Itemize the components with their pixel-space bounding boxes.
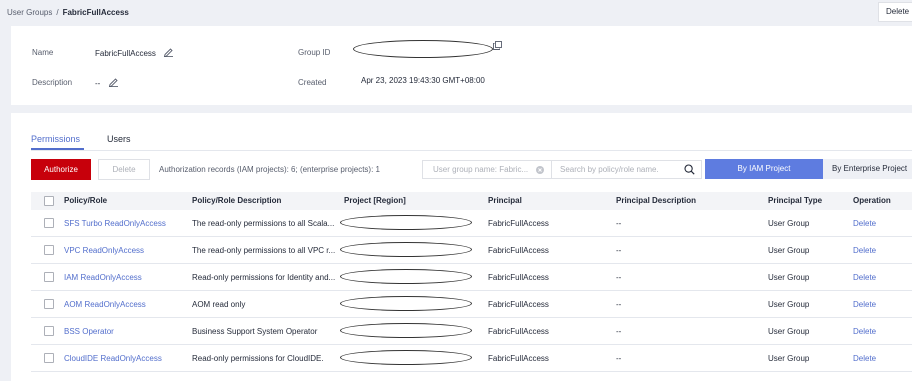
group-id-redacted — [353, 40, 493, 58]
copy-icon[interactable] — [493, 41, 502, 50]
delete-group-button[interactable]: Delete — [878, 2, 912, 22]
column-header-project[interactable]: Project [Region] — [344, 196, 406, 205]
select-all-checkbox[interactable] — [44, 196, 54, 206]
table-row: IAM ReadOnlyAccess Read-only permissions… — [31, 264, 912, 291]
table-header: Policy/Role Policy/Role Description Proj… — [31, 192, 912, 210]
principal: FabricFullAccess — [488, 219, 549, 228]
column-header-principal-description: Principal Description — [616, 196, 697, 205]
breadcrumb-current: FabricFullAccess — [62, 8, 129, 17]
breadcrumb-bar: User Groups / FabricFullAccess Delete — [0, 0, 912, 24]
policy-link[interactable]: VPC ReadOnlyAccess — [64, 246, 144, 255]
policy-description: The read-only permissions to all Scala..… — [192, 219, 335, 228]
policy-description: Read-only permissions for Identity and..… — [192, 273, 336, 282]
table-row: BSS Operator Business Support System Ope… — [31, 318, 912, 345]
search-icon[interactable] — [684, 164, 695, 175]
delete-row-link[interactable]: Delete — [853, 273, 876, 282]
policy-link[interactable]: IAM ReadOnlyAccess — [64, 273, 142, 282]
view-by-enterprise-project-button[interactable]: By Enterprise Project — [823, 159, 912, 179]
clear-filter-icon[interactable] — [536, 166, 544, 174]
project-region-redacted — [340, 350, 472, 365]
principal-description: -- — [616, 273, 622, 282]
policy-link[interactable]: AOM ReadOnlyAccess — [64, 300, 146, 309]
tab-permissions[interactable]: Permissions — [31, 134, 80, 144]
principal: FabricFullAccess — [488, 246, 549, 255]
filter-select[interactable]: User group name: Fabric... — [422, 160, 552, 179]
principal-type: User Group — [768, 273, 810, 282]
column-header-principal[interactable]: Principal — [488, 196, 522, 205]
project-region-redacted — [340, 215, 472, 230]
principal: FabricFullAccess — [488, 327, 549, 336]
principal-type: User Group — [768, 327, 810, 336]
column-header-principal-type[interactable]: Principal Type — [768, 196, 822, 205]
principal-description: -- — [616, 246, 622, 255]
tab-users[interactable]: Users — [107, 134, 131, 144]
filter-value: User group name: Fabric... — [433, 165, 529, 174]
edit-description-icon[interactable] — [108, 76, 119, 87]
policy-link[interactable]: CloudIDE ReadOnlyAccess — [64, 354, 162, 363]
tab-divider — [31, 150, 912, 151]
project-region-redacted — [340, 323, 472, 338]
principal: FabricFullAccess — [488, 354, 549, 363]
table-row: CloudIDE ReadOnlyAccess Read-only permis… — [31, 345, 912, 372]
principal-type: User Group — [768, 246, 810, 255]
policy-description: The read-only permissions to all VPC r..… — [192, 246, 336, 255]
row-checkbox[interactable] — [44, 326, 54, 336]
name-label: Name — [32, 48, 54, 57]
row-checkbox[interactable] — [44, 353, 54, 363]
project-region-redacted — [340, 242, 472, 257]
column-header-operation: Operation — [853, 196, 891, 205]
principal: FabricFullAccess — [488, 300, 549, 309]
principal: FabricFullAccess — [488, 273, 549, 282]
table-row: SFS Turbo ReadOnlyAccess The read-only p… — [31, 210, 912, 237]
delete-button[interactable]: Delete — [98, 159, 150, 180]
created-value: Apr 23, 2023 19:43:30 GMT+08:00 — [361, 76, 485, 85]
row-checkbox[interactable] — [44, 272, 54, 282]
policy-description: Business Support System Operator — [192, 327, 318, 336]
edit-name-icon[interactable] — [163, 46, 174, 57]
view-by-iam-project-button[interactable]: By IAM Project — [705, 159, 823, 179]
column-header-policy[interactable]: Policy/Role — [64, 196, 107, 205]
description-value: -- — [95, 79, 101, 88]
group-info-card: Name FabricFullAccess Group ID Descripti… — [11, 26, 912, 105]
principal-description: -- — [616, 354, 622, 363]
principal-type: User Group — [768, 354, 810, 363]
active-tab-indicator — [31, 148, 84, 150]
delete-row-link[interactable]: Delete — [853, 246, 876, 255]
description-label: Description — [32, 78, 73, 87]
table-row: VPC ReadOnlyAccess The read-only permiss… — [31, 237, 912, 264]
row-checkbox[interactable] — [44, 218, 54, 228]
group-id-label: Group ID — [298, 48, 331, 57]
delete-row-link[interactable]: Delete — [853, 300, 876, 309]
permissions-card: Permissions Users Authorize Delete Autho… — [11, 113, 912, 381]
principal-type: User Group — [768, 219, 810, 228]
name-value-wrap: FabricFullAccess — [95, 46, 174, 58]
authorization-records-text: Authorization records (IAM projects): 6;… — [159, 165, 380, 174]
project-region-redacted — [340, 296, 472, 311]
name-value: FabricFullAccess — [95, 49, 156, 58]
breadcrumb-parent[interactable]: User Groups — [7, 8, 52, 17]
policy-description: Read-only permissions for CloudIDE. — [192, 354, 324, 363]
description-value-wrap: -- — [95, 76, 119, 88]
table-row: AOM ReadOnlyAccess AOM read only FabricF… — [31, 291, 912, 318]
breadcrumb-separator: / — [56, 8, 59, 17]
column-header-description: Policy/Role Description — [192, 196, 282, 205]
delete-row-link[interactable]: Delete — [853, 327, 876, 336]
delete-row-link[interactable]: Delete — [853, 354, 876, 363]
project-region-redacted — [340, 269, 472, 284]
policy-link[interactable]: SFS Turbo ReadOnlyAccess — [64, 219, 166, 228]
policy-link[interactable]: BSS Operator — [64, 327, 114, 336]
policy-description: AOM read only — [192, 300, 246, 309]
search-box — [552, 160, 702, 179]
search-input[interactable] — [552, 161, 682, 178]
row-checkbox[interactable] — [44, 245, 54, 255]
created-label: Created — [298, 78, 327, 87]
delete-row-link[interactable]: Delete — [853, 219, 876, 228]
row-checkbox[interactable] — [44, 299, 54, 309]
breadcrumb: User Groups / FabricFullAccess — [7, 8, 129, 17]
principal-description: -- — [616, 219, 622, 228]
authorize-button[interactable]: Authorize — [31, 159, 91, 180]
principal-description: -- — [616, 300, 622, 309]
principal-type: User Group — [768, 300, 810, 309]
principal-description: -- — [616, 327, 622, 336]
